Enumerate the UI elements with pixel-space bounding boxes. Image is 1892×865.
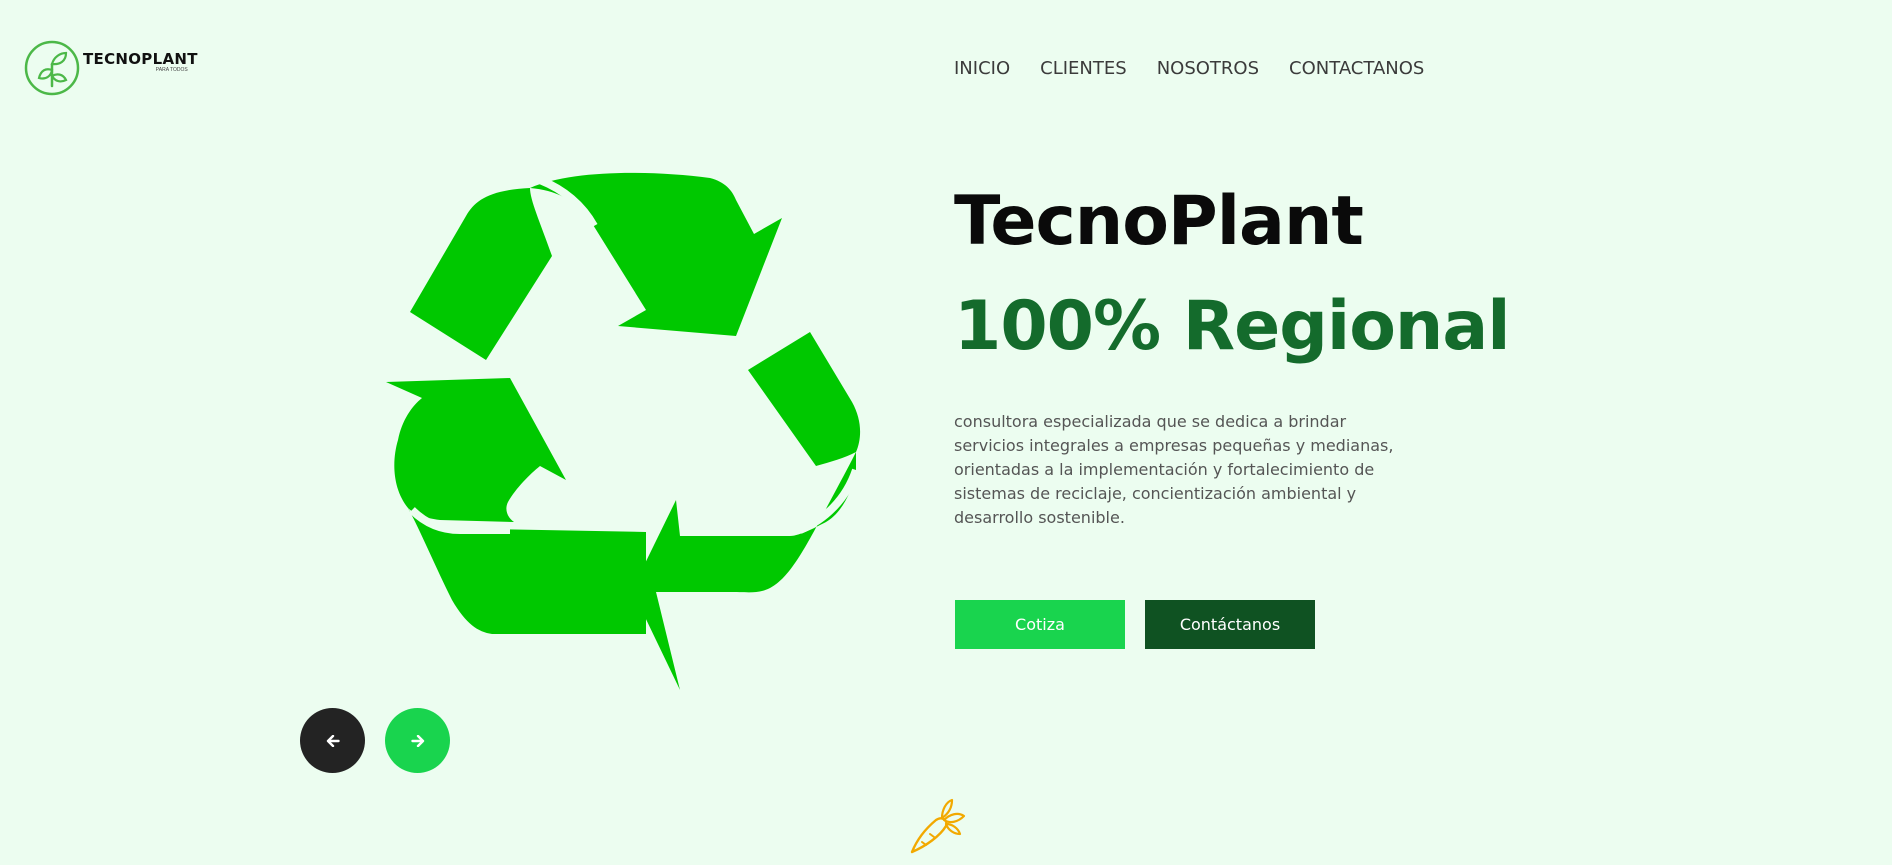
contactanos-button[interactable]: Contáctanos bbox=[1145, 600, 1315, 649]
slider-next-button[interactable] bbox=[385, 708, 450, 773]
brand-name: TECNOPLANT bbox=[83, 50, 198, 68]
hero-title: TecnoPlant bbox=[954, 182, 1364, 261]
cotiza-button[interactable]: Cotiza bbox=[955, 600, 1125, 649]
hero-subtitle: 100% Regional bbox=[954, 287, 1511, 366]
nav-link-inicio[interactable]: INICIO bbox=[954, 58, 1010, 79]
main-nav: INICIO CLIENTES NOSOTROS CONTACTANOS bbox=[954, 58, 1454, 79]
recycle-icon bbox=[386, 172, 861, 690]
arrow-right-icon bbox=[410, 734, 424, 747]
nav-link-contactanos[interactable]: CONTACTANOS bbox=[1289, 58, 1424, 79]
landing-page: TECNOPLANT PARA TODOS INICIO CLIENTES NO… bbox=[0, 0, 1892, 865]
nav-link-nosotros[interactable]: NOSOTROS bbox=[1157, 58, 1259, 79]
nav-link-clientes[interactable]: CLIENTES bbox=[1040, 58, 1127, 79]
leaf-circle-icon bbox=[24, 40, 80, 96]
hero-description: consultora especializada que se dedica a… bbox=[954, 412, 1394, 527]
brand-tagline: PARA TODOS bbox=[155, 67, 188, 73]
carrot-icon bbox=[910, 798, 966, 854]
arrow-left-icon bbox=[326, 734, 340, 747]
slider-prev-button[interactable] bbox=[300, 708, 365, 773]
brand-logo[interactable]: TECNOPLANT PARA TODOS bbox=[24, 40, 198, 96]
